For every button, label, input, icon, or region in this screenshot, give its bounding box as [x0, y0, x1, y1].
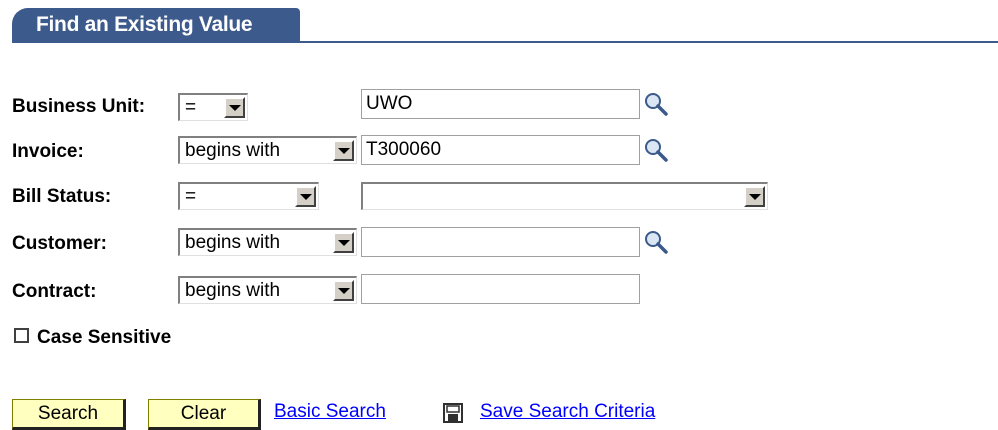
dropdown-arrow-icon[interactable] — [295, 186, 316, 207]
invoice-lookup-icon[interactable] — [643, 137, 669, 163]
dropdown-arrow-icon[interactable] — [333, 232, 354, 253]
floppy-disk-icon[interactable] — [443, 403, 463, 423]
customer-input[interactable] — [361, 227, 640, 257]
save-search-criteria-link[interactable]: Save Search Criteria — [480, 400, 655, 424]
invoice-operator-select[interactable]: begins with — [178, 136, 357, 164]
contract-operator-value: begins with — [185, 280, 281, 301]
business-unit-lookup-icon[interactable] — [643, 91, 669, 117]
bill-status-value-select[interactable] — [361, 182, 768, 210]
dropdown-arrow-icon[interactable] — [744, 186, 765, 207]
tab-underline — [12, 41, 998, 43]
business-unit-value: UWO — [366, 93, 413, 114]
clear-button[interactable]: Clear — [148, 399, 261, 430]
bill-status-operator-value: = — [185, 186, 197, 207]
invoice-input[interactable]: T300060 — [361, 135, 640, 165]
invoice-label: Invoice: — [12, 141, 84, 162]
basic-search-link[interactable]: Basic Search — [274, 400, 386, 424]
business-unit-operator-select[interactable]: = — [178, 93, 248, 121]
customer-operator-value: begins with — [185, 232, 281, 253]
customer-lookup-icon[interactable] — [643, 229, 669, 255]
case-sensitive-checkbox[interactable] — [14, 328, 29, 343]
invoice-value: T300060 — [366, 139, 442, 160]
dropdown-arrow-icon[interactable] — [333, 140, 354, 161]
contract-label: Contract: — [12, 281, 97, 302]
business-unit-input[interactable]: UWO — [361, 89, 640, 119]
business-unit-operator-value: = — [185, 97, 197, 118]
dropdown-arrow-icon[interactable] — [333, 280, 354, 301]
customer-operator-select[interactable]: begins with — [178, 228, 357, 256]
tab-find-existing-value[interactable]: Find an Existing Value — [12, 8, 300, 42]
search-button[interactable]: Search — [12, 399, 126, 430]
customer-label: Customer: — [12, 233, 108, 254]
business-unit-label: Business Unit: — [12, 96, 146, 117]
bill-status-operator-select[interactable]: = — [178, 182, 319, 210]
contract-operator-select[interactable]: begins with — [178, 276, 357, 304]
invoice-operator-value: begins with — [185, 140, 281, 161]
dropdown-arrow-icon[interactable] — [224, 97, 245, 118]
contract-input[interactable] — [361, 274, 640, 304]
case-sensitive-label: Case Sensitive — [37, 327, 172, 348]
bill-status-label: Bill Status: — [12, 186, 112, 207]
